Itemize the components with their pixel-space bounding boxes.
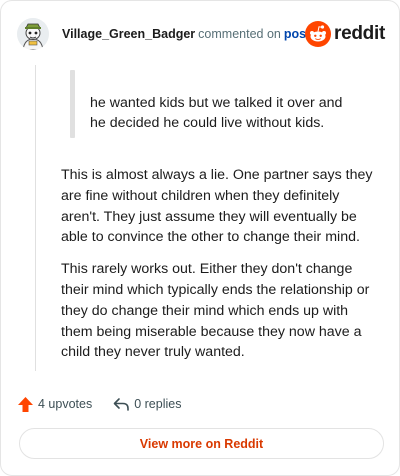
comment-body: he wanted kids but we talked it over and…: [61, 67, 379, 363]
comment-paragraph: This is almost always a lie. One partner…: [61, 167, 373, 246]
upvote-arrow-icon: [18, 396, 33, 412]
reply-count: 0 replies: [134, 397, 182, 411]
reply-arrow-icon: [113, 398, 130, 411]
view-more-button[interactable]: View more on Reddit: [19, 428, 384, 459]
quote-line: he decided he could live without kids.: [90, 115, 325, 131]
snoo-avatar-icon: [17, 18, 49, 50]
thread-line: [35, 65, 36, 371]
action-text: commented on: [198, 27, 281, 41]
comment-paragraph: This rarely works out. Either they don't…: [61, 261, 370, 361]
comment-meta: Village_Green_Badger commented on post: [62, 17, 310, 51]
upvote-count: 4 upvotes: [38, 397, 93, 411]
quote-line: he wanted kids but we talked it over and: [90, 95, 343, 111]
blockquote: he wanted kids but we talked it over and…: [61, 67, 379, 138]
username[interactable]: Village_Green_Badger: [62, 27, 195, 41]
comment-footer: 4 upvotes 0 replies: [17, 392, 181, 416]
user-avatar[interactable]: [17, 18, 49, 50]
comment-header: Village_Green_Badger commented on post red…: [17, 17, 385, 51]
reddit-wordmark: reddit: [334, 23, 385, 44]
reddit-snoo-icon: [305, 21, 332, 47]
reddit-logo[interactable]: reddit: [305, 21, 385, 47]
quote-bar: [70, 70, 75, 138]
upvote-stat[interactable]: 4 upvotes: [17, 396, 92, 413]
reddit-comment-embed: Village_Green_Badger commented on post red…: [0, 0, 400, 476]
reply-stat[interactable]: 0 replies: [112, 396, 181, 412]
